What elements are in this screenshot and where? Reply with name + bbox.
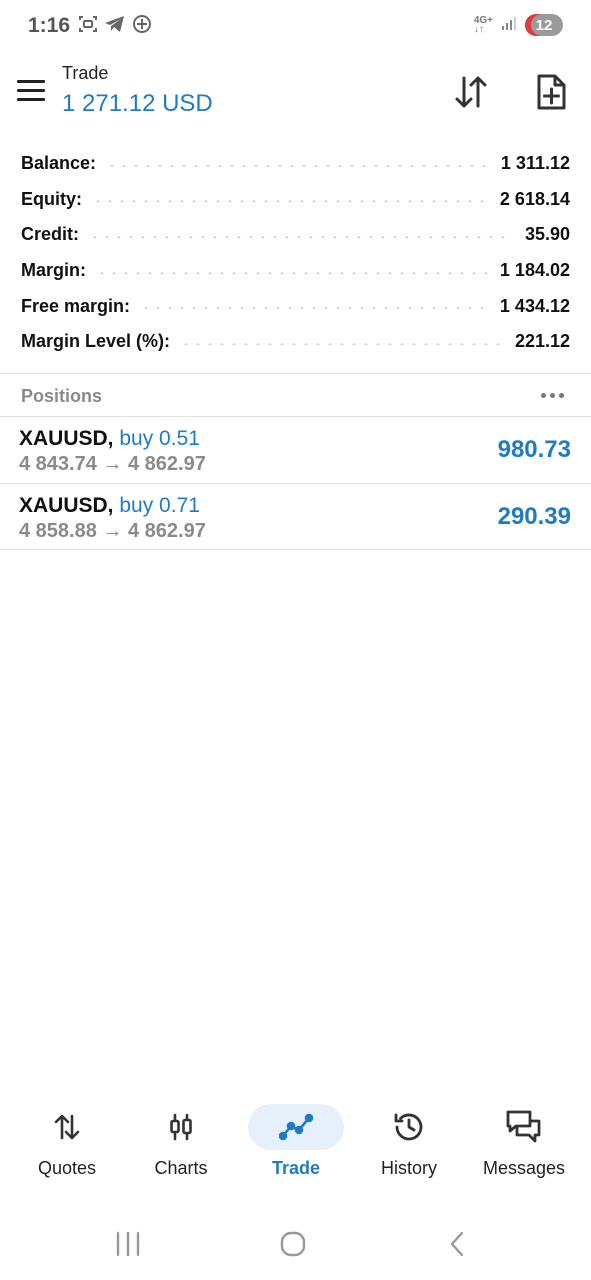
summary-label: Equity:	[21, 188, 82, 209]
charts-icon	[133, 1104, 229, 1150]
summary-row-free-margin: Free margin: 1 434.12	[21, 288, 570, 324]
trade-icon	[248, 1104, 344, 1150]
signal-icon	[501, 15, 517, 36]
positions-header: Positions	[0, 374, 591, 416]
leader-dots	[92, 200, 488, 203]
position-side: buy 0.71	[119, 494, 200, 517]
menu-icon[interactable]	[17, 80, 45, 102]
back-icon[interactable]	[428, 1224, 488, 1264]
leader-dots	[89, 235, 513, 238]
summary-label: Credit:	[21, 224, 79, 245]
status-time: 1:16	[28, 14, 71, 37]
quotes-icon	[19, 1104, 115, 1150]
more-options-icon[interactable]	[537, 383, 567, 407]
positions-title: Positions	[21, 386, 103, 406]
nav-messages[interactable]: Messages	[465, 1094, 583, 1194]
divider	[0, 549, 591, 550]
summary-row-margin: Margin: 1 184.02	[21, 253, 570, 289]
bottom-nav: Quotes Charts Trade History Messages	[0, 1094, 591, 1194]
status-bar: 1:16 4G+ ↓↑ 12	[0, 0, 591, 54]
summary-row-equity: Equity: 2 618.14	[21, 182, 570, 218]
location-icon	[132, 14, 152, 39]
page-title: Trade	[62, 63, 109, 83]
position-title: XAUUSD, buy 0.71	[19, 494, 200, 518]
position-prices: 4 843.74 → 4 862.97	[19, 453, 206, 475]
nav-label: History	[380, 1158, 437, 1178]
summary-row-margin-level: Margin Level (%): 221.12	[21, 324, 570, 360]
nav-charts[interactable]: Charts	[122, 1094, 240, 1194]
summary-value: 1 184.02	[499, 260, 570, 281]
new-order-icon[interactable]	[531, 72, 571, 112]
app-header: Trade 1 271.12 USD	[0, 54, 591, 134]
status-icons-right: 4G+ ↓↑ 12	[474, 14, 563, 36]
summary-row-credit: Credit: 35.90	[21, 217, 570, 253]
battery-icon: 12	[525, 14, 563, 36]
summary-label: Balance:	[21, 153, 97, 174]
summary-label: Margin:	[21, 260, 86, 281]
nav-quotes[interactable]: Quotes	[8, 1094, 126, 1194]
network-type: 4G+	[473, 15, 493, 26]
summary-value: 1 434.12	[499, 295, 570, 316]
telegram-icon	[104, 14, 126, 39]
history-icon	[361, 1104, 457, 1150]
recent-apps-icon[interactable]	[98, 1224, 158, 1264]
screenshot-icon	[78, 14, 98, 39]
position-profit: 980.73	[497, 436, 571, 463]
account-summary: Balance: 1 311.12 Equity: 2 618.14 Credi…	[21, 146, 570, 360]
network-icon: 4G+ ↓↑	[473, 15, 493, 35]
summary-value: 35.90	[524, 224, 570, 245]
messages-icon	[476, 1104, 572, 1150]
position-symbol: XAUUSD,	[19, 494, 114, 517]
leader-dots	[96, 271, 488, 274]
summary-row-balance: Balance: 1 311.12	[21, 146, 570, 182]
position-row[interactable]: XAUUSD, buy 0.51 4 843.74 → 4 862.97 980…	[0, 417, 591, 483]
position-title: XAUUSD, buy 0.51	[19, 427, 200, 451]
summary-label: Free margin:	[21, 295, 131, 316]
sort-icon[interactable]	[451, 72, 491, 112]
home-icon[interactable]	[263, 1224, 323, 1264]
nav-label: Trade	[271, 1158, 321, 1178]
system-nav	[0, 1214, 591, 1274]
position-prices: 4 858.88 → 4 862.97	[19, 520, 206, 542]
summary-label: Margin Level (%):	[21, 331, 171, 352]
nav-label: Quotes	[37, 1158, 97, 1178]
nav-label: Messages	[482, 1158, 566, 1178]
header-balance: 1 271.12 USD	[62, 90, 213, 117]
nav-trade[interactable]: Trade	[237, 1094, 355, 1194]
nav-history[interactable]: History	[350, 1094, 468, 1194]
position-profit: 290.39	[497, 503, 571, 530]
leader-dots	[106, 164, 489, 167]
leader-dots	[180, 342, 503, 345]
summary-value: 221.12	[514, 331, 570, 352]
nav-label: Charts	[154, 1158, 208, 1178]
leader-dots	[140, 307, 488, 310]
position-symbol: XAUUSD,	[19, 427, 114, 450]
position-row[interactable]: XAUUSD, buy 0.71 4 858.88 → 4 862.97 290…	[0, 484, 591, 550]
position-side: buy 0.51	[119, 427, 200, 450]
summary-value: 1 311.12	[500, 153, 570, 174]
status-icons-left	[78, 14, 152, 39]
summary-value: 2 618.14	[499, 188, 570, 209]
